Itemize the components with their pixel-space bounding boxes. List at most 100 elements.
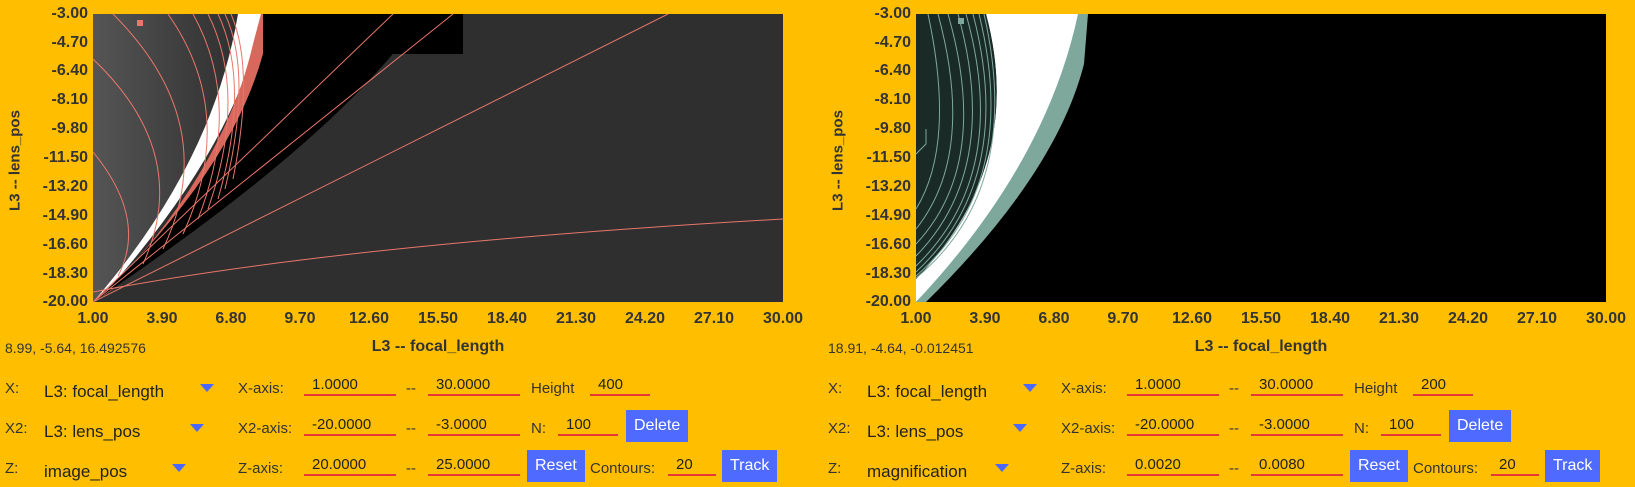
- n-input[interactable]: [558, 414, 618, 436]
- x2axis-label: X2-axis:: [1061, 420, 1116, 437]
- contours-label: Contours:: [1413, 460, 1479, 477]
- n-label: N:: [531, 420, 546, 437]
- x-tick: 21.30: [1378, 310, 1420, 327]
- cursor-readout: 8.99, -5.64, 16.492576: [5, 340, 146, 356]
- x-tick: 12.60: [1171, 310, 1213, 327]
- zaxis-label: Z-axis:: [1061, 460, 1106, 477]
- y-tick: -11.50: [43, 149, 88, 166]
- range-dash: --: [1229, 420, 1239, 437]
- y-tick: -6.40: [51, 62, 88, 79]
- y-tick: -6.40: [874, 62, 911, 79]
- y-tick: -20.00: [865, 293, 911, 310]
- chevron-down-icon[interactable]: [1023, 384, 1037, 392]
- x2axis-min-input[interactable]: [304, 414, 396, 436]
- delete-button[interactable]: Delete: [1449, 410, 1512, 442]
- y-tick: -9.80: [51, 120, 88, 137]
- z-select[interactable]: magnification: [867, 462, 967, 482]
- zaxis-min-input[interactable]: [1127, 454, 1219, 476]
- range-dash: --: [406, 460, 416, 477]
- range-dash: --: [1229, 460, 1239, 477]
- range-dash: --: [406, 420, 416, 437]
- chevron-down-icon[interactable]: [1013, 424, 1027, 432]
- track-button[interactable]: Track: [1545, 450, 1601, 482]
- x-tick: 15.50: [417, 310, 459, 327]
- y-tick: -13.20: [865, 178, 911, 195]
- zaxis-min-input[interactable]: [304, 454, 396, 476]
- left-plot-panel: L3 -- lens_pos -3.00 -4.70 -6.40 -8.10 -…: [0, 0, 818, 487]
- x-axis-label: L3 -- focal_length: [1194, 338, 1328, 355]
- chevron-down-icon[interactable]: [190, 424, 204, 432]
- z-label: Z:: [828, 460, 842, 477]
- x-tick: 12.60: [348, 310, 390, 327]
- x2axis-max-input[interactable]: [428, 414, 520, 436]
- height-input[interactable]: [1413, 374, 1473, 396]
- y-tick: -20.00: [42, 293, 88, 310]
- y-tick: -13.20: [42, 178, 88, 195]
- x2-select[interactable]: L3: lens_pos: [867, 422, 963, 442]
- height-label: Height: [531, 380, 575, 397]
- x-tick: 30.00: [762, 310, 804, 327]
- x2-select[interactable]: L3: lens_pos: [44, 422, 140, 442]
- chevron-down-icon[interactable]: [995, 464, 1009, 472]
- track-marker: [958, 18, 964, 24]
- x-tick: 9.70: [1107, 310, 1139, 327]
- x2axis-min-input[interactable]: [1127, 414, 1219, 436]
- x2axis-max-input[interactable]: [1251, 414, 1343, 436]
- z-select[interactable]: image_pos: [44, 462, 127, 482]
- x-label: X:: [5, 380, 20, 397]
- contours-input[interactable]: [1491, 454, 1539, 476]
- z-label: Z:: [5, 460, 19, 477]
- reset-button[interactable]: Reset: [1350, 450, 1408, 482]
- y-tick: -18.30: [42, 265, 88, 282]
- y-tick: -8.10: [874, 91, 911, 108]
- range-dash: --: [1229, 380, 1239, 397]
- y-tick: -11.50: [866, 149, 911, 166]
- reset-button[interactable]: Reset: [527, 450, 585, 482]
- xaxis-label: X-axis:: [238, 380, 284, 397]
- x-tick: 18.40: [486, 310, 528, 327]
- x-tick: 9.70: [284, 310, 316, 327]
- contour-plot[interactable]: [93, 14, 783, 302]
- x2-control-row: X2: L3: lens_pos X2-axis: -- N: Delete: [0, 410, 818, 446]
- x-tick: 1.00: [900, 310, 932, 327]
- y-tick: -18.30: [865, 265, 911, 282]
- x-select[interactable]: L3: focal_length: [867, 382, 987, 402]
- x-control-row: X: L3: focal_length X-axis: -- Height: [823, 370, 1635, 406]
- zaxis-max-input[interactable]: [1251, 454, 1343, 476]
- y-tick: -4.70: [874, 34, 911, 51]
- y-tick: -14.90: [865, 207, 911, 224]
- height-input[interactable]: [590, 374, 650, 396]
- x-select[interactable]: L3: focal_length: [44, 382, 164, 402]
- chevron-down-icon[interactable]: [172, 464, 186, 472]
- n-label: N:: [1354, 420, 1369, 437]
- n-input[interactable]: [1381, 414, 1441, 436]
- contour-plot-svg: [916, 14, 1606, 302]
- xaxis-min-input[interactable]: [1127, 374, 1219, 396]
- x-tick: 6.80: [1038, 310, 1070, 327]
- contour-plot[interactable]: [916, 14, 1606, 302]
- x-tick: 27.10: [1516, 310, 1558, 327]
- x-tick: 30.00: [1585, 310, 1627, 327]
- y-tick: -14.90: [42, 207, 88, 224]
- track-button[interactable]: Track: [722, 450, 778, 482]
- z-control-row: Z: magnification Z-axis: -- Reset Contou…: [823, 450, 1635, 486]
- x-tick: 24.20: [1447, 310, 1489, 327]
- xaxis-label: X-axis:: [1061, 380, 1107, 397]
- delete-button[interactable]: Delete: [626, 410, 689, 442]
- cursor-readout: 18.91, -4.64, -0.012451: [828, 340, 974, 356]
- y-tick: -3.00: [874, 5, 911, 22]
- xaxis-max-input[interactable]: [1251, 374, 1343, 396]
- contours-input[interactable]: [668, 454, 716, 476]
- x-tick: 24.20: [624, 310, 666, 327]
- y-tick: -9.80: [874, 120, 911, 137]
- xaxis-max-input[interactable]: [428, 374, 520, 396]
- zaxis-max-input[interactable]: [428, 454, 520, 476]
- xaxis-min-input[interactable]: [304, 374, 396, 396]
- chevron-down-icon[interactable]: [200, 384, 214, 392]
- y-tick: -16.60: [42, 236, 88, 253]
- x-tick: 15.50: [1240, 310, 1282, 327]
- x-tick: 1.00: [77, 310, 109, 327]
- height-label: Height: [1354, 380, 1398, 397]
- track-marker: [137, 20, 143, 26]
- y-tick: -8.10: [51, 91, 88, 108]
